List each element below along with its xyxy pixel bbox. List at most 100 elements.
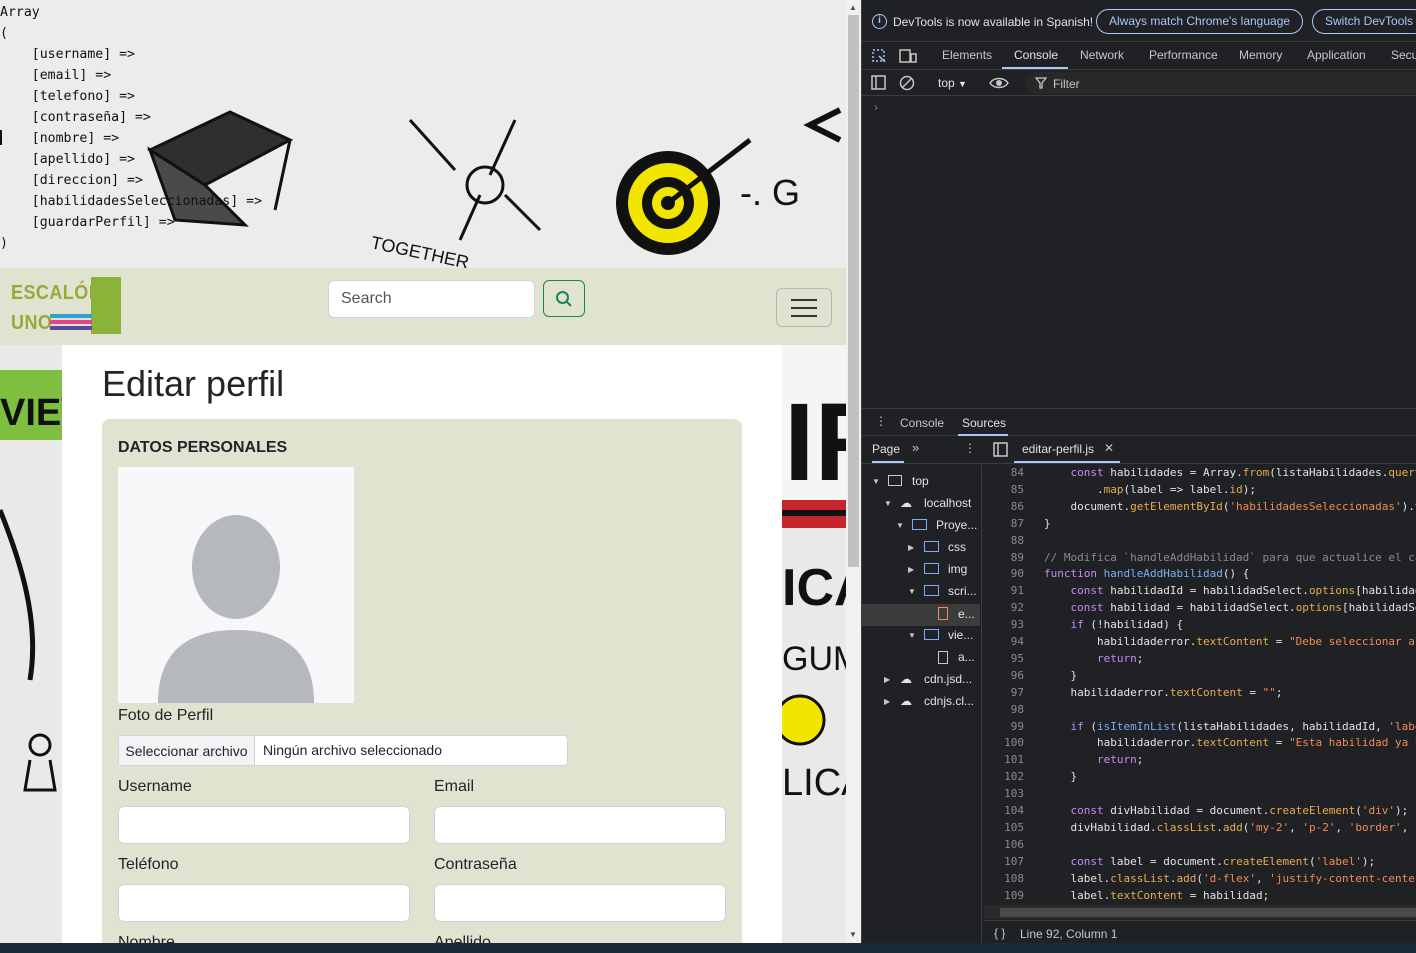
contrasena-label: Contraseña <box>434 856 517 873</box>
line-number[interactable]: 87 <box>984 517 1024 530</box>
folder-icon <box>924 629 939 640</box>
line-number[interactable]: 102 <box>984 770 1024 783</box>
devtools-infobar: i DevTools is now available in Spanish! … <box>862 0 1416 42</box>
page-tab[interactable]: Page <box>872 442 900 456</box>
email-field[interactable] <box>434 806 726 844</box>
code-line: habilidaderror.textContent = "Esta habil… <box>1044 736 1416 750</box>
line-number[interactable]: 107 <box>984 855 1024 868</box>
code-line: habilidaderror.textContent = ""; <box>1044 685 1283 699</box>
choose-file-button[interactable]: Seleccionar archivo <box>119 736 255 765</box>
line-number[interactable]: 92 <box>984 601 1024 614</box>
line-number[interactable]: 103 <box>984 787 1024 800</box>
code-line: } <box>1044 516 1051 530</box>
brand-logo[interactable]: ESCALÓN UNO <box>4 274 122 334</box>
taskbar <box>0 943 1416 953</box>
code-line: const habilidades = Array.from(listaHabi… <box>1070 466 1416 479</box>
personal-data-card: DATOS PERSONALES Foto de Perfil Seleccio… <box>102 419 742 943</box>
line-number[interactable]: 86 <box>984 500 1024 513</box>
line-number[interactable]: 99 <box>984 720 1024 733</box>
line-number[interactable]: 108 <box>984 872 1024 885</box>
line-number[interactable]: 106 <box>984 838 1024 851</box>
line-number[interactable]: 109 <box>984 889 1024 902</box>
match-language-button[interactable]: Always match Chrome's language <box>1096 9 1304 34</box>
line-number[interactable]: 93 <box>984 618 1024 631</box>
context-select[interactable]: top ▼ <box>938 76 967 90</box>
code-line: } <box>1044 770 1078 784</box>
sidebar-toggle-icon[interactable] <box>871 75 887 91</box>
php-debug-output: Array ( [username] => [email] => [telefon… <box>0 2 262 254</box>
php-output-line: [email] => <box>0 68 112 83</box>
line-number[interactable]: 89 <box>984 551 1024 564</box>
eye-icon[interactable] <box>989 75 1009 91</box>
toggle-navigator-icon[interactable] <box>993 442 1009 458</box>
logo-line2: UNO <box>11 312 53 334</box>
cloud-icon: ☁ <box>900 496 912 510</box>
line-number[interactable]: 95 <box>984 652 1024 665</box>
filter-icon <box>1035 77 1047 89</box>
device-toolbar-icon[interactable] <box>899 48 917 64</box>
inspect-icon[interactable] <box>871 48 887 64</box>
navbar: ESCALÓN UNO <box>0 268 846 345</box>
tab-network[interactable]: Network <box>1080 48 1124 62</box>
tab-memory[interactable]: Memory <box>1239 48 1282 62</box>
line-number[interactable]: 91 <box>984 584 1024 597</box>
contrasena-field[interactable] <box>434 884 726 922</box>
username-field[interactable] <box>118 806 410 844</box>
bg-gume: GUME <box>782 640 846 678</box>
line-number[interactable]: 90 <box>984 567 1024 580</box>
console-prompt[interactable]: › <box>874 100 878 114</box>
menu-toggle-button[interactable] <box>776 288 832 327</box>
code-editor[interactable]: 84 const habilidades = Array.from(listaH… <box>984 465 1416 905</box>
line-number[interactable]: 94 <box>984 635 1024 648</box>
line-number[interactable]: 105 <box>984 821 1024 834</box>
clear-console-icon[interactable] <box>899 75 915 91</box>
tab-elements[interactable]: Elements <box>942 48 992 62</box>
line-number[interactable]: 97 <box>984 686 1024 699</box>
active-tab-indicator <box>1002 67 1068 69</box>
section-title: DATOS PERSONALES <box>118 439 288 456</box>
drawer-tab-console[interactable]: Console <box>900 416 944 430</box>
line-number[interactable]: 104 <box>984 804 1024 817</box>
php-output-line: Array <box>0 5 40 20</box>
nombre-label: Nombre <box>118 934 175 943</box>
line-number[interactable]: 96 <box>984 669 1024 682</box>
switch-devtools-button[interactable]: Switch DevTools <box>1312 9 1416 34</box>
dropdown-arrow-icon: ▼ <box>958 79 967 89</box>
bg-ica: ICA <box>782 559 846 617</box>
search-button[interactable] <box>543 280 585 317</box>
tab-performance[interactable]: Performance <box>1149 48 1218 62</box>
code-line: .map(label => label.id); <box>1044 482 1256 496</box>
php-output-line: [contraseña] => <box>0 110 151 125</box>
close-icon[interactable]: ✕ <box>1104 441 1114 455</box>
line-number[interactable]: 85 <box>984 483 1024 496</box>
search-input[interactable] <box>328 280 535 318</box>
tab-console[interactable]: Console <box>1014 48 1058 62</box>
line-number[interactable]: 98 <box>984 703 1024 716</box>
more-tabs-icon[interactable]: » <box>912 440 919 455</box>
tree-item-editar-perfil[interactable]: e... <box>862 604 980 626</box>
file-tab[interactable]: editar-perfil.js <box>1022 442 1094 456</box>
page-scrollbar[interactable]: ▲ ▼ <box>846 0 861 943</box>
line-number[interactable]: 84 <box>984 466 1024 479</box>
pretty-print-icon[interactable]: { } <box>994 926 1005 940</box>
code-line: const label = document.createElement('la… <box>1070 854 1376 868</box>
line-number[interactable]: 88 <box>984 534 1024 547</box>
telefono-field[interactable] <box>118 884 410 922</box>
file-status: Ningún archivo seleccionado <box>263 742 442 758</box>
php-output-line: [telefono] => <box>0 89 135 104</box>
tab-application[interactable]: Application <box>1307 48 1366 62</box>
line-number[interactable]: 101 <box>984 753 1024 766</box>
tab-security[interactable]: Secu <box>1391 48 1416 62</box>
context-value: top <box>938 76 955 90</box>
photo-file-input[interactable]: Seleccionar archivo Ningún archivo selec… <box>118 735 568 766</box>
devtools-tabs: Elements Console Network Performance Mem… <box>862 42 1416 70</box>
navigator-menu-icon[interactable]: ⋮ <box>964 441 976 455</box>
filter-box[interactable]: Filter <box>1025 72 1416 94</box>
drawer-tab-sources[interactable]: Sources <box>962 416 1006 430</box>
editor-horizontal-scrollbar[interactable] <box>984 905 1416 919</box>
kebab-menu-icon[interactable]: ⋮ <box>875 414 887 428</box>
scrollbar-thumb[interactable] <box>848 15 859 567</box>
line-number[interactable]: 100 <box>984 736 1024 749</box>
devtools-drawer: ⋮ Console Sources Page » ⋮ editar-perfil… <box>862 408 1416 943</box>
browser-viewport: TOGETHER -. G VIEW IR ICA GUME LICAT Arr… <box>0 0 846 943</box>
